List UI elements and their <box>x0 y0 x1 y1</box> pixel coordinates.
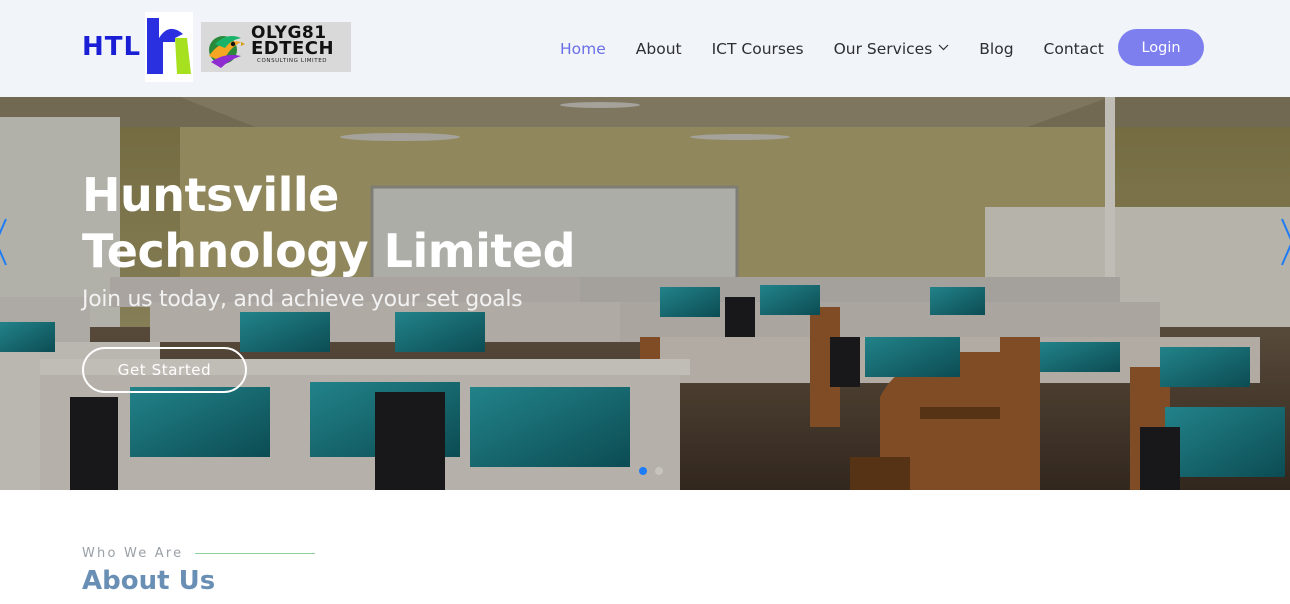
nav-ict-courses[interactable]: ICT Courses <box>712 40 804 58</box>
nav-our-services-label: Our Services <box>833 39 933 58</box>
about-eyebrow-text: Who We Are <box>82 546 184 561</box>
hero-title-line1: Huntsville <box>82 168 339 222</box>
carousel-dot-1[interactable] <box>639 467 647 475</box>
eyebrow-divider <box>195 553 316 554</box>
login-button[interactable]: Login <box>1118 29 1204 66</box>
nav-about[interactable]: About <box>636 40 682 58</box>
main-nav: Home About ICT Courses Our Services Blog… <box>560 0 1134 97</box>
nav-contact[interactable]: Contact <box>1044 40 1104 58</box>
partner-logo[interactable]: OLYG81 EDTECH CONSULTING LIMITED <box>201 22 351 72</box>
about-title: About Us <box>82 566 216 596</box>
site-header: HTL OLYG81 EDTECH CONSULTING LIMITED Hom… <box>0 0 1290 97</box>
bird-logo-icon <box>209 36 245 68</box>
nav-our-services[interactable]: Our Services <box>834 40 950 58</box>
htl-logo-icon[interactable] <box>145 12 193 82</box>
carousel-dot-2[interactable] <box>655 467 663 475</box>
brand-text: HTL <box>82 32 142 62</box>
about-eyebrow: Who We Are <box>82 546 316 561</box>
carousel-indicators <box>639 467 663 475</box>
carousel-prev-icon[interactable] <box>0 217 8 267</box>
hero-carousel: Huntsville Technology Limited Join us to… <box>0 97 1290 490</box>
hero-subtitle: Join us today, and achieve your set goal… <box>82 287 523 312</box>
hero-title: Huntsville Technology Limited <box>82 167 576 279</box>
partner-logo-line2: EDTECH <box>251 38 335 59</box>
partner-logo-line3: CONSULTING LIMITED <box>257 58 328 64</box>
get-started-button[interactable]: Get Started <box>82 347 247 393</box>
nav-blog[interactable]: Blog <box>979 40 1013 58</box>
nav-home[interactable]: Home <box>560 40 606 58</box>
brand[interactable]: HTL <box>82 12 141 82</box>
carousel-next-icon[interactable] <box>1280 217 1290 267</box>
hero-title-line2: Technology Limited <box>82 224 576 278</box>
chevron-down-icon <box>938 44 949 51</box>
